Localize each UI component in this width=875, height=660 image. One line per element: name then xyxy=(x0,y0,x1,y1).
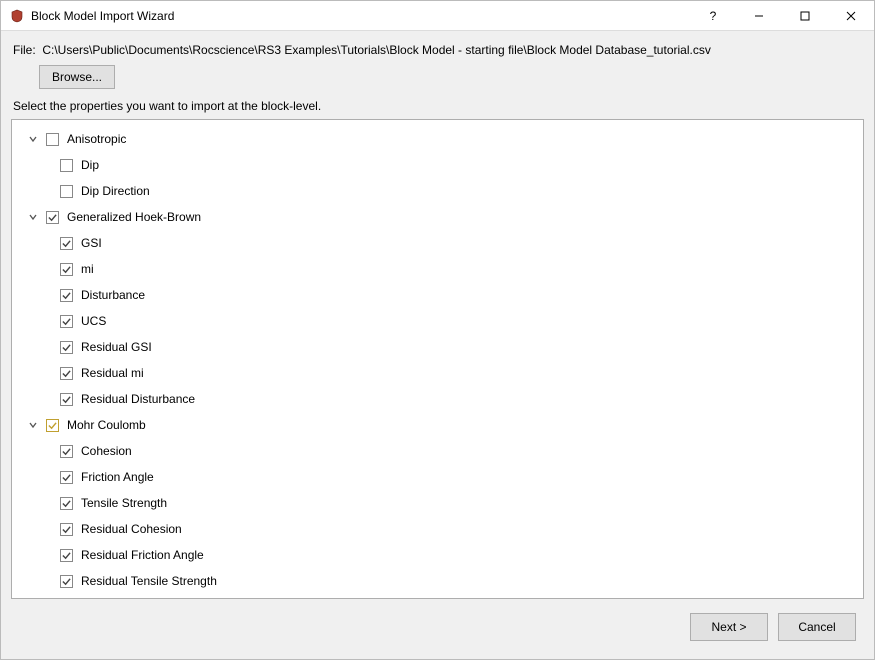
close-button[interactable] xyxy=(828,1,874,31)
item-checkbox[interactable] xyxy=(60,471,73,484)
tree-item[interactable]: Residual GSI xyxy=(16,334,859,360)
next-button[interactable]: Next > xyxy=(690,613,768,641)
tree-item[interactable]: Residual Tensile Strength xyxy=(16,568,859,594)
item-label: Cohesion xyxy=(81,444,132,458)
instruction-text: Select the properties you want to import… xyxy=(11,99,864,119)
chevron-down-icon[interactable] xyxy=(26,418,40,432)
item-label: Dip Direction xyxy=(81,184,150,198)
item-label: Friction Angle xyxy=(81,470,154,484)
group-label: Anisotropic xyxy=(67,132,126,146)
item-label: Residual Cohesion xyxy=(81,522,182,536)
item-label: mi xyxy=(81,262,94,276)
tree-group[interactable]: Generalized Hoek-Brown xyxy=(16,204,859,230)
item-label: Tensile Strength xyxy=(81,496,167,510)
tree-item[interactable]: Disturbance xyxy=(16,282,859,308)
item-checkbox[interactable] xyxy=(60,185,73,198)
minimize-button[interactable] xyxy=(736,1,782,31)
window-title: Block Model Import Wizard xyxy=(31,9,174,23)
group-label: Mohr Coulomb xyxy=(67,418,146,432)
cancel-button[interactable]: Cancel xyxy=(778,613,856,641)
tree-item[interactable]: Residual Disturbance xyxy=(16,386,859,412)
tree-item[interactable]: Residual Cohesion xyxy=(16,516,859,542)
tree-item[interactable]: Residual mi xyxy=(16,360,859,386)
item-label: Disturbance xyxy=(81,288,145,302)
content-area: File: C:\Users\Public\Documents\Rocscien… xyxy=(1,31,874,659)
item-checkbox[interactable] xyxy=(60,237,73,250)
tree-item[interactable]: GSI xyxy=(16,230,859,256)
item-checkbox[interactable] xyxy=(60,575,73,588)
item-checkbox[interactable] xyxy=(60,367,73,380)
file-path: C:\Users\Public\Documents\Rocscience\RS3… xyxy=(42,43,710,57)
tree-item[interactable]: mi xyxy=(16,256,859,282)
item-checkbox[interactable] xyxy=(60,341,73,354)
titlebar: Block Model Import Wizard ? xyxy=(1,1,874,31)
chevron-down-icon[interactable] xyxy=(26,132,40,146)
tree-group[interactable]: Anisotropic xyxy=(16,126,859,152)
tree-item[interactable]: Cohesion xyxy=(16,438,859,464)
item-checkbox[interactable] xyxy=(60,393,73,406)
item-checkbox[interactable] xyxy=(60,445,73,458)
item-label: Residual mi xyxy=(81,366,144,380)
item-checkbox[interactable] xyxy=(60,289,73,302)
group-label: Generalized Hoek-Brown xyxy=(67,210,201,224)
file-label: File: xyxy=(13,43,36,57)
maximize-button[interactable] xyxy=(782,1,828,31)
item-label: Residual Tensile Strength xyxy=(81,574,217,588)
item-label: Residual Friction Angle xyxy=(81,548,204,562)
tree-item[interactable]: Dip Direction xyxy=(16,178,859,204)
item-checkbox[interactable] xyxy=(60,263,73,276)
tree-item[interactable]: UCS xyxy=(16,308,859,334)
help-button[interactable]: ? xyxy=(690,1,736,31)
browse-button[interactable]: Browse... xyxy=(39,65,115,89)
tree-item[interactable]: Tensile Strength xyxy=(16,490,859,516)
group-checkbox[interactable] xyxy=(46,419,59,432)
item-label: Residual Disturbance xyxy=(81,392,195,406)
footer: Next > Cancel xyxy=(11,599,864,651)
group-checkbox[interactable] xyxy=(46,133,59,146)
item-label: Residual GSI xyxy=(81,340,152,354)
item-label: Dip xyxy=(81,158,99,172)
item-label: UCS xyxy=(81,314,106,328)
item-checkbox[interactable] xyxy=(60,315,73,328)
item-checkbox[interactable] xyxy=(60,497,73,510)
tree-group[interactable]: Mohr Coulomb xyxy=(16,412,859,438)
app-icon xyxy=(9,8,25,24)
item-label: GSI xyxy=(81,236,102,250)
file-row: File: C:\Users\Public\Documents\Rocscien… xyxy=(11,41,864,65)
group-checkbox[interactable] xyxy=(46,211,59,224)
property-tree[interactable]: Anisotropic Dip Dip Direction Generalized H… xyxy=(11,119,864,599)
item-checkbox[interactable] xyxy=(60,523,73,536)
chevron-down-icon[interactable] xyxy=(26,210,40,224)
tree-item[interactable]: Residual Friction Angle xyxy=(16,542,859,568)
item-checkbox[interactable] xyxy=(60,549,73,562)
tree-item[interactable]: Dip xyxy=(16,152,859,178)
item-checkbox[interactable] xyxy=(60,159,73,172)
tree-item[interactable]: Friction Angle xyxy=(16,464,859,490)
